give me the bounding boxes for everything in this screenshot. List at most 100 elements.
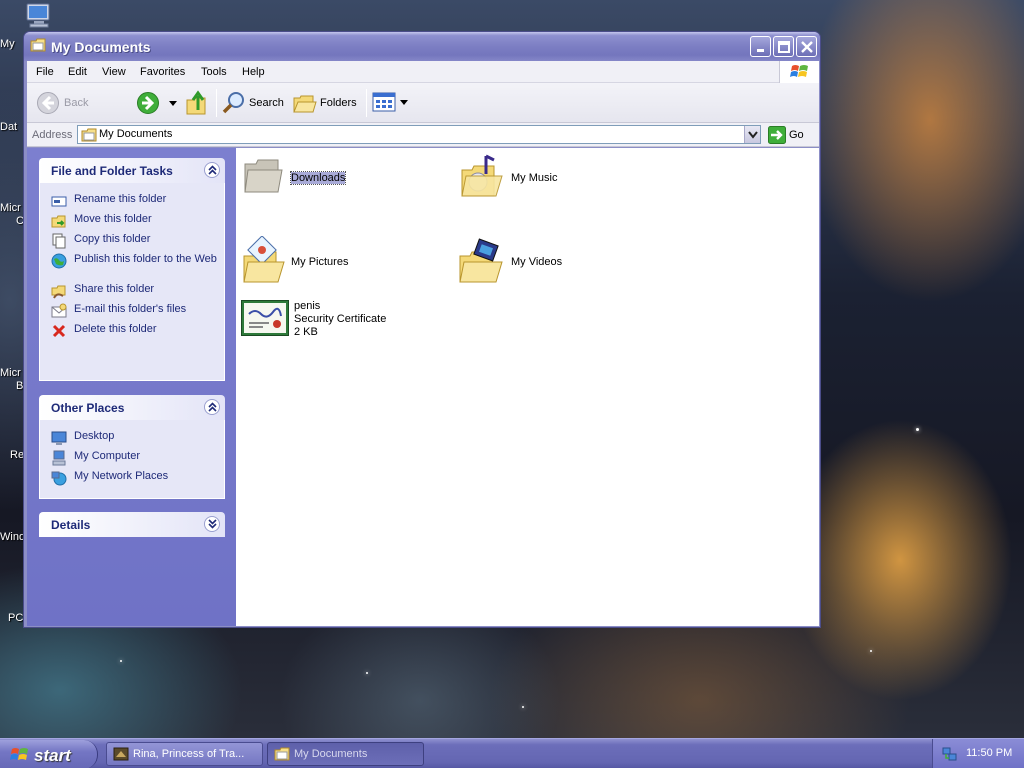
file-name: My Music [511, 172, 558, 184]
other-places-panel: Desktop My Computer My Network Places [39, 420, 225, 499]
panel-title: Details [51, 518, 91, 532]
menu-view[interactable]: View [102, 66, 126, 78]
star [870, 650, 872, 652]
taskbar-button-rina[interactable]: Rina, Princess of Tra... [106, 742, 263, 766]
desktop-icon-label[interactable]: Wind [0, 531, 24, 543]
file-item-my-music[interactable]: My Music [460, 152, 580, 200]
address-input[interactable]: My Documents [77, 125, 761, 144]
file-item-my-videos[interactable]: My Videos [458, 236, 578, 286]
folder-icon [30, 38, 46, 52]
search-button[interactable]: Search [220, 89, 284, 117]
folder-icon [81, 128, 97, 142]
file-folder-tasks-header[interactable]: File and Folder Tasks [39, 158, 225, 183]
desktop-icon-label[interactable]: My [0, 38, 24, 50]
menu-favorites[interactable]: Favorites [140, 66, 185, 78]
collapse-button[interactable] [204, 399, 220, 415]
forward-button[interactable] [136, 91, 160, 115]
rename-icon [51, 196, 67, 207]
file-size: 2 KB [294, 326, 318, 338]
file-type: Security Certificate [294, 313, 387, 325]
address-dropdown-button[interactable] [744, 126, 760, 143]
views-button[interactable] [370, 91, 410, 115]
menu-tools[interactable]: Tools [201, 66, 227, 78]
windows-flag-icon [10, 748, 28, 760]
file-name: My Videos [511, 256, 563, 268]
desktop-icon [51, 431, 67, 445]
file-item-downloads[interactable]: Downloads [242, 156, 362, 200]
go-button[interactable]: Go [767, 126, 817, 144]
other-places-header[interactable]: Other Places [39, 395, 225, 420]
forward-dropdown-icon[interactable] [169, 101, 177, 107]
close-icon [801, 41, 813, 53]
task-pane: File and Folder Tasks Rename this folder… [27, 148, 236, 626]
email-icon [51, 303, 67, 318]
clock[interactable]: 11:50 PM [966, 747, 1012, 759]
music-folder-icon [461, 154, 503, 197]
up-folder-button[interactable] [185, 90, 209, 116]
window-title: My Documents [51, 39, 151, 55]
chevron-down-icon [748, 131, 758, 139]
minimize-icon [757, 49, 764, 52]
network-tray-icon[interactable] [942, 746, 958, 762]
pictures-folder-icon [243, 236, 285, 283]
panel-title: File and Folder Tasks [51, 164, 173, 178]
toolbar-separator [216, 89, 217, 117]
file-list[interactable]: Downloads My Music My Pictures My Videos… [236, 148, 819, 626]
star [522, 706, 524, 708]
system-tray: 11:50 PM [932, 739, 1024, 768]
desktop-icon-label[interactable]: Micr [0, 202, 24, 214]
close-button[interactable] [796, 36, 817, 57]
back-label: Back [64, 97, 89, 109]
start-button[interactable]: start [0, 740, 98, 768]
taskbar-button-label: Rina, Princess of Tra... [133, 748, 245, 760]
search-label: Search [249, 97, 284, 109]
menu-bar: File Edit View Favorites Tools Help [27, 61, 819, 83]
explorer-window: My Documents File Edit View Favorites To… [23, 31, 821, 628]
file-item-certificate[interactable]: penis Security Certificate 2 KB [241, 298, 401, 340]
maximize-button[interactable] [773, 36, 794, 57]
address-label: Address [32, 129, 73, 141]
details-header[interactable]: Details [39, 512, 225, 537]
start-label: start [34, 746, 71, 765]
collapse-button[interactable] [204, 162, 220, 178]
share-folder-icon [51, 285, 66, 299]
move-folder-icon [51, 215, 66, 228]
views-icon [372, 92, 396, 112]
address-value: My Documents [99, 128, 173, 140]
folder-icon [274, 747, 290, 761]
desktop-icon-label[interactable]: Micr [0, 367, 24, 379]
back-button[interactable]: Back [33, 89, 95, 117]
windows-logo [779, 61, 819, 83]
folders-icon [293, 95, 317, 113]
toolbar-separator [366, 89, 367, 117]
search-icon [222, 92, 244, 114]
app-icon [113, 747, 129, 761]
my-computer-desktop-icon[interactable] [24, 2, 54, 28]
desktop-icon-label[interactable]: Dat [0, 121, 24, 133]
back-arrow-icon [37, 92, 59, 114]
go-arrow-icon [768, 126, 786, 144]
toolbar: Back Search Folders [27, 83, 819, 123]
file-item-my-pictures[interactable]: My Pictures [242, 236, 362, 286]
star [366, 672, 368, 674]
windows-flag-icon [790, 65, 808, 77]
menu-file[interactable]: File [36, 66, 54, 78]
folders-label: Folders [320, 97, 357, 109]
file-folder-tasks-panel: Rename this folder Move this folder Copy… [39, 183, 225, 381]
star [916, 428, 919, 431]
maximize-icon [778, 41, 790, 53]
taskbar-button-my-documents[interactable]: My Documents [267, 742, 424, 766]
file-name: Downloads [289, 171, 347, 185]
file-name: penis [294, 300, 321, 312]
views-dropdown-icon [400, 100, 408, 105]
expand-button[interactable] [204, 516, 220, 532]
folder-icon [244, 159, 283, 193]
chevron-up-icon [208, 402, 217, 412]
folders-button[interactable]: Folders [291, 89, 363, 117]
minimize-button[interactable] [750, 36, 771, 57]
title-bar[interactable]: My Documents [24, 32, 820, 61]
chevron-up-icon [208, 165, 217, 175]
menu-edit[interactable]: Edit [68, 66, 87, 78]
menu-help[interactable]: Help [242, 66, 265, 78]
taskbar-button-label: My Documents [294, 748, 368, 760]
